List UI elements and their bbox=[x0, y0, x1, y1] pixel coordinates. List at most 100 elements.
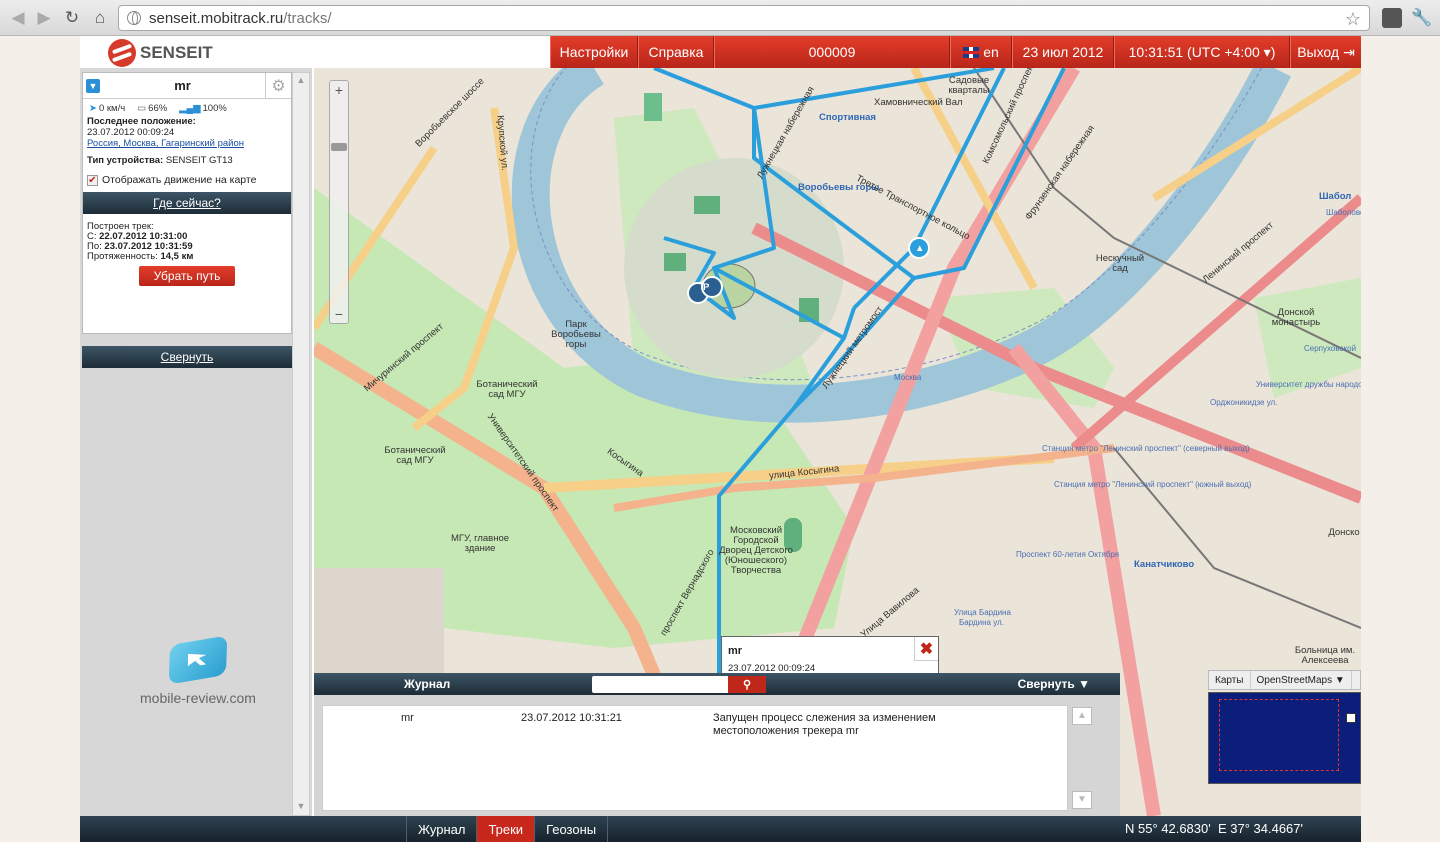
journal-log: mr 23.07.2012 10:31:21 Запущен процесс с… bbox=[322, 705, 1068, 811]
zoom-control[interactable]: + − bbox=[329, 80, 349, 324]
remove-path-button[interactable]: Убрать путь bbox=[139, 266, 235, 286]
left-panel: ▼ mr ⚙ ➤ 0 км/ч ▭ 66% ▂▄▆ 100% Последнее по… bbox=[80, 68, 312, 816]
watermark-text: mobile-review.com bbox=[140, 690, 256, 706]
popup-title: mr bbox=[728, 645, 743, 657]
map-label: Проспект 60-летия Октября bbox=[1016, 550, 1120, 559]
journal-collapse-button[interactable]: Свернуть ▼ bbox=[1018, 677, 1090, 691]
tab-maps[interactable]: Карты bbox=[1209, 671, 1251, 689]
where-now-button[interactable]: Где сейчас? bbox=[83, 192, 291, 214]
left-scrollbar[interactable]: ▲ ▼ bbox=[292, 72, 310, 816]
battery-icon: ▭ bbox=[137, 103, 147, 114]
tracker-card: ▼ mr ⚙ ➤ 0 км/ч ▭ 66% ▂▄▆ 100% Последнее по… bbox=[82, 72, 292, 334]
map-source-tabs: Карты OpenStreetMaps ▼ bbox=[1208, 670, 1361, 690]
senseit-logo: SENSEIT bbox=[108, 39, 213, 67]
current-date: 23 июл 2012 bbox=[1012, 36, 1114, 68]
gear-icon[interactable]: ⚙ bbox=[265, 72, 291, 99]
exit-button[interactable]: Выход ⇥ bbox=[1290, 36, 1361, 68]
app: SENSEIT Настройки Справка 000009 en 23 и… bbox=[80, 36, 1361, 842]
map-label: МГУ, главное здание bbox=[450, 533, 510, 554]
settings-menu[interactable]: Настройки bbox=[550, 36, 638, 68]
parking-icon[interactable]: P bbox=[703, 283, 709, 293]
last-position-label: Последнее положение: bbox=[87, 116, 196, 127]
forward-icon[interactable]: ▶ bbox=[32, 6, 56, 30]
log-message: Запущен процесс слежения за изменением м… bbox=[713, 712, 936, 737]
tab-journal[interactable]: Журнал bbox=[406, 816, 476, 842]
journal-panel: Журнал ⚲ Свернуть ▼ mr 23.07.2012 10:31:… bbox=[314, 673, 1120, 816]
last-position-time: 23.07.2012 00:09:24 bbox=[87, 127, 175, 138]
address-bar[interactable]: senseit.mobitrack.ru/tracks/ ☆ bbox=[118, 5, 1370, 31]
journal-header: Журнал ⚲ Свернуть ▼ bbox=[314, 673, 1120, 695]
length-value: 14,5 км bbox=[160, 251, 194, 262]
map-label: Станция метро "Ленинский проспект" (южны… bbox=[1054, 480, 1252, 489]
minimap-toggle-button[interactable] bbox=[1346, 713, 1356, 723]
journal-collapse-label: Свернуть bbox=[1017, 677, 1075, 691]
map-label: Москва bbox=[894, 373, 922, 382]
logo-text: SENSEIT bbox=[140, 43, 213, 62]
tab-openstreetmaps-label: OpenStreetMaps bbox=[1256, 674, 1333, 686]
zoom-out-button[interactable]: − bbox=[330, 305, 348, 323]
map-label: Канатчиково bbox=[1134, 559, 1195, 570]
home-icon[interactable]: ⌂ bbox=[88, 6, 112, 30]
close-icon[interactable]: ✖ bbox=[914, 637, 938, 661]
map-popup: mr 23.07.2012 00:09:24 ✖ bbox=[721, 636, 939, 678]
map-label: Бардина ул. bbox=[959, 618, 1004, 627]
bottom-bar: Журнал Треки Геозоны N 55° 42.6830' E 37… bbox=[80, 816, 1361, 842]
map-label: Донско bbox=[1328, 527, 1360, 538]
wrench-icon[interactable]: 🔧 bbox=[1410, 6, 1434, 30]
uk-flag-icon bbox=[963, 46, 980, 58]
tracker-marker-icon[interactable]: ▲ bbox=[915, 244, 924, 254]
dropdown-icon[interactable]: ▼ bbox=[86, 78, 100, 93]
tab-tracks[interactable]: Треки bbox=[476, 816, 535, 842]
back-icon[interactable]: ◀ bbox=[6, 6, 30, 30]
bottom-tabs: Журнал Треки Геозоны bbox=[406, 816, 609, 842]
speed-icon: ➤ bbox=[89, 103, 97, 114]
timezone-selector[interactable]: 10:31:51 (UTC +4:00 ▾) bbox=[1114, 36, 1290, 68]
help-menu[interactable]: Справка bbox=[638, 36, 714, 68]
longitude: E 37° 34.4667' bbox=[1217, 821, 1303, 836]
device-id[interactable]: 000009 bbox=[714, 36, 950, 68]
journal-search-input[interactable] bbox=[592, 676, 728, 693]
last-position-address[interactable]: Россия, Москва, Гагаринский район bbox=[87, 138, 287, 149]
map-label: Университет дружбы народов bbox=[1256, 380, 1361, 389]
app-header: SENSEIT Настройки Справка 000009 en 23 и… bbox=[80, 36, 1361, 68]
collapse-panel-button[interactable]: Свернуть bbox=[82, 346, 292, 368]
tracker-name: mr bbox=[174, 78, 191, 93]
chevron-down-icon: ▼ bbox=[1334, 674, 1345, 686]
language-selector[interactable]: en bbox=[950, 36, 1012, 68]
zoom-in-button[interactable]: + bbox=[330, 81, 348, 99]
journal-title: Журнал bbox=[404, 677, 451, 691]
exit-label: Выход bbox=[1297, 44, 1340, 60]
zoom-slider-knob[interactable] bbox=[331, 143, 347, 151]
speed-value: 0 км/ч bbox=[98, 103, 126, 114]
show-motion-checkbox[interactable]: ✔ bbox=[87, 174, 98, 186]
map-label: Нескучный сад bbox=[1095, 253, 1145, 274]
reload-icon[interactable]: ↻ bbox=[60, 6, 84, 30]
scroll-down-icon[interactable]: ▼ bbox=[294, 801, 308, 813]
tab-geozones[interactable]: Геозоны bbox=[534, 816, 609, 842]
length-label: Протяженность: bbox=[87, 251, 158, 262]
log-name: mr bbox=[401, 712, 414, 724]
search-icon[interactable]: ⚲ bbox=[728, 676, 766, 693]
scroll-down-icon[interactable]: ▼ bbox=[1072, 791, 1092, 809]
battery-value: 66% bbox=[148, 103, 168, 114]
map-label: Парк Воробьевы горы bbox=[551, 319, 601, 350]
bookmark-star-icon[interactable]: ☆ bbox=[1345, 9, 1361, 30]
tab-openstreetmaps[interactable]: OpenStreetMaps ▼ bbox=[1251, 671, 1352, 689]
map-label: Садовые кварталы bbox=[948, 75, 990, 96]
map-label: Орджоникидзе ул. bbox=[1210, 398, 1278, 407]
signal-icon: ▂▄▆ bbox=[179, 103, 201, 114]
scroll-up-icon[interactable]: ▲ bbox=[1072, 707, 1092, 725]
extension-icon[interactable] bbox=[1382, 8, 1402, 28]
map-label: Ботанический сад МГУ bbox=[476, 379, 538, 400]
show-motion-label: Отображать движение на карте bbox=[102, 174, 257, 186]
map-label: Московский Городской Дворец Детского (Юн… bbox=[719, 525, 793, 576]
browser-toolbar: ◀ ▶ ↻ ⌂ senseit.mobitrack.ru/tracks/ ☆ 🔧 bbox=[0, 0, 1440, 36]
journal-scrollbar[interactable]: ▲ ▼ bbox=[1072, 707, 1094, 809]
exit-icon: ⇥ bbox=[1343, 43, 1355, 60]
overview-minimap[interactable] bbox=[1208, 692, 1361, 784]
minimap-viewport[interactable] bbox=[1219, 699, 1339, 771]
scroll-up-icon[interactable]: ▲ bbox=[294, 75, 308, 87]
tracker-stats: ➤ 0 км/ч ▭ 66% ▂▄▆ 100% bbox=[83, 99, 291, 116]
globe-icon bbox=[127, 11, 141, 25]
url-host: senseit.mobitrack.ru bbox=[149, 9, 284, 27]
